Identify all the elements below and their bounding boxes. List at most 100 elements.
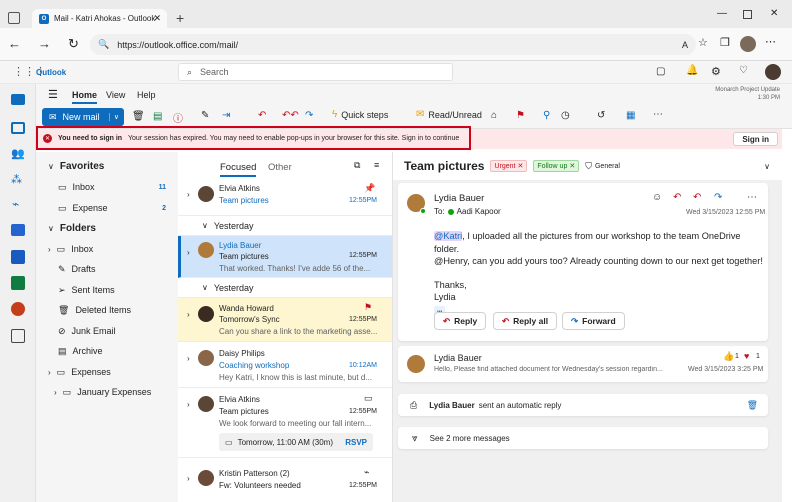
message-item[interactable]: › Daisy Philips Coaching workshop 10:12A… xyxy=(178,342,392,388)
folder-expenses[interactable]: › ▭ Expenses xyxy=(36,362,178,382)
folder-drafts[interactable]: ✎ Drafts xyxy=(36,259,178,279)
collapsed-message[interactable]: Lydia Bauer Hello, Please find attached … xyxy=(398,346,768,382)
select-mode-icon[interactable]: ⧉ xyxy=(354,160,360,171)
remove-tag-icon[interactable]: ✕ xyxy=(518,162,524,170)
more-apps-icon[interactable] xyxy=(11,329,25,343)
snooze-clock-icon[interactable]: ◷ xyxy=(561,110,570,121)
tab-focused[interactable]: Focused xyxy=(220,162,257,177)
tips-lightbulb-icon[interactable]: ♡ xyxy=(739,65,748,76)
message-item-flagged[interactable]: › Wanda Howard Tomorrow's Sync ⚑ 12:55PM… xyxy=(178,298,392,342)
sign-in-button[interactable]: Sign in xyxy=(733,132,778,146)
tag-urgent[interactable]: Urgent ✕ xyxy=(490,160,528,172)
todo-app-icon[interactable] xyxy=(11,224,25,236)
thumbs-up-icon[interactable]: 👍 xyxy=(723,351,734,362)
folders-header[interactable]: ∨ Folders xyxy=(36,218,178,238)
message-item[interactable]: › Elvia Atkins Team pictures 📌 12:55PM xyxy=(178,178,392,216)
expand-chevron-icon[interactable]: › xyxy=(187,310,190,319)
message-item-selected[interactable]: › Lydia Bauer Team pictures 12:55PM That… xyxy=(178,236,392,278)
pin-icon[interactable]: 📌 xyxy=(364,183,375,194)
immersive-reader-icon[interactable]: ▦ xyxy=(626,110,635,121)
heart-icon[interactable]: ♥ xyxy=(744,351,749,361)
attachments-app-icon[interactable]: ⌁ xyxy=(12,197,19,211)
reply-button[interactable]: ↶ Reply xyxy=(434,312,487,330)
more-actions-icon[interactable]: ⋯ xyxy=(747,192,757,203)
reply-icon[interactable]: ↶ xyxy=(673,192,681,203)
sweep-icon[interactable]: ✎ xyxy=(201,110,209,121)
people-app-icon[interactable]: 👥 xyxy=(11,147,25,160)
chevron-down-icon[interactable]: ∨ xyxy=(764,162,770,171)
group-header-yesterday-2[interactable]: ∨ Yesterday xyxy=(178,278,392,298)
profile-avatar[interactable] xyxy=(740,36,756,52)
tab-actions-icon[interactable] xyxy=(8,12,20,24)
settings-gear-icon[interactable]: ⚙ xyxy=(711,65,721,78)
url-field[interactable]: 🔍 https://outlook.office.com/mail/ A xyxy=(90,34,696,55)
minimize-icon[interactable]: — xyxy=(717,8,727,19)
folder-january-expenses[interactable]: › ▭ January Expenses xyxy=(36,382,178,402)
forward-button[interactable]: ↷ Forward xyxy=(562,312,625,330)
react-icon[interactable]: ☺ xyxy=(652,192,662,203)
tag-icon[interactable]: ⌂ xyxy=(491,110,497,121)
folder-archive[interactable]: ▤ Archive xyxy=(36,341,178,361)
reply-toolbar-icon[interactable]: ↶ xyxy=(258,110,266,121)
powerpoint-app-icon[interactable] xyxy=(11,302,25,316)
search-box[interactable]: ⌕ Search xyxy=(178,63,453,81)
message-item[interactable]: › Elvia Atkins Team pictures ▭ 12:55PM W… xyxy=(178,388,392,458)
app-name[interactable]: Outlook xyxy=(36,68,66,77)
tab-other[interactable]: Other xyxy=(268,162,292,173)
folder-inbox[interactable]: › ▭ Inbox xyxy=(36,239,178,259)
tab-help[interactable]: Help xyxy=(137,90,156,100)
tab-home[interactable]: Home xyxy=(72,90,98,104)
favorite-expense[interactable]: ▭ Expense 2 xyxy=(36,198,178,218)
expand-chevron-icon[interactable]: › xyxy=(187,474,190,483)
archive-icon[interactable]: ▤ xyxy=(153,111,162,122)
delete-icon[interactable]: 🗑 xyxy=(747,400,758,411)
group-header-yesterday[interactable]: ∨ Yesterday xyxy=(178,216,392,236)
reply-all-icon[interactable]: ↶ xyxy=(693,192,701,203)
see-more-row[interactable]: ⩔ See 2 more messages xyxy=(398,427,768,449)
calendar-app-icon[interactable] xyxy=(11,122,25,134)
pin-icon[interactable]: ⚲ xyxy=(543,110,550,121)
user-avatar[interactable] xyxy=(765,64,781,80)
new-tab-button[interactable]: + xyxy=(176,10,184,26)
read-unread-button[interactable]: ✉ Read/Unread xyxy=(416,109,482,120)
forward-icon[interactable]: → xyxy=(38,36,51,51)
recipient-name[interactable]: Aadi Kapoor xyxy=(457,207,501,216)
expand-chevron-icon[interactable]: › xyxy=(187,354,190,363)
folder-sent[interactable]: ➢ Sent Items xyxy=(36,280,178,300)
mention-henry[interactable]: @Henry xyxy=(434,256,467,266)
word-app-icon[interactable] xyxy=(11,250,25,264)
reply-all-button[interactable]: ↶ Reply all xyxy=(493,312,558,330)
forward-icon[interactable]: ↷ xyxy=(714,192,722,203)
favorite-inbox[interactable]: ▭ Inbox 11 xyxy=(36,177,178,197)
back-icon[interactable]: ← xyxy=(8,36,21,51)
collections-icon[interactable]: ❐ xyxy=(720,36,730,49)
remove-tag-icon[interactable]: ✕ xyxy=(569,162,575,170)
reader-mode-icon[interactable]: A xyxy=(682,40,688,50)
folder-deleted[interactable]: 🗑 Deleted Items xyxy=(36,300,178,320)
expand-chevron-icon[interactable]: › xyxy=(187,190,190,199)
rsvp-button[interactable]: RSVP xyxy=(345,438,367,447)
auto-reply-row[interactable]: ⎙ Lydia Bauer sent an automatic reply 🗑 xyxy=(398,394,768,416)
excel-app-icon[interactable] xyxy=(11,276,25,290)
browser-tab[interactable]: O Mail - Katri Ahokas - Outlook ✕ xyxy=(32,9,167,28)
move-to-icon[interactable]: ⇥ xyxy=(222,110,230,121)
report-icon[interactable]: ⓘ xyxy=(173,110,183,125)
delete-icon[interactable]: 🗑 xyxy=(132,111,145,122)
expand-chevron-icon[interactable]: › xyxy=(187,400,190,409)
tag-follow-up[interactable]: Follow up ✕ xyxy=(533,160,580,172)
message-from[interactable]: Lydia Bauer xyxy=(434,193,484,204)
browser-menu-icon[interactable]: ⋯ xyxy=(765,35,776,48)
flag-icon[interactable]: ⚑ xyxy=(364,302,372,313)
maximize-icon[interactable] xyxy=(743,10,752,19)
quick-steps-button[interactable]: ϟ Quick steps xyxy=(332,109,388,120)
new-mail-button[interactable]: ✉ New mail ∨ xyxy=(42,108,124,126)
teams-icon[interactable]: ▢ xyxy=(656,66,665,77)
bell-icon[interactable]: 🔔 xyxy=(686,65,698,76)
tab-view[interactable]: View xyxy=(106,90,125,100)
favorite-star-icon[interactable]: ☆ xyxy=(698,36,708,49)
message-item[interactable]: › Kristin Patterson (2) Fw: Volunteers n… xyxy=(178,462,392,502)
filter-icon[interactable]: ≡ xyxy=(374,160,379,170)
tab-close-icon[interactable]: ✕ xyxy=(153,13,161,24)
forward-toolbar-icon[interactable]: ↷ xyxy=(305,110,313,121)
more-options-icon[interactable]: ⋯ xyxy=(653,109,663,120)
